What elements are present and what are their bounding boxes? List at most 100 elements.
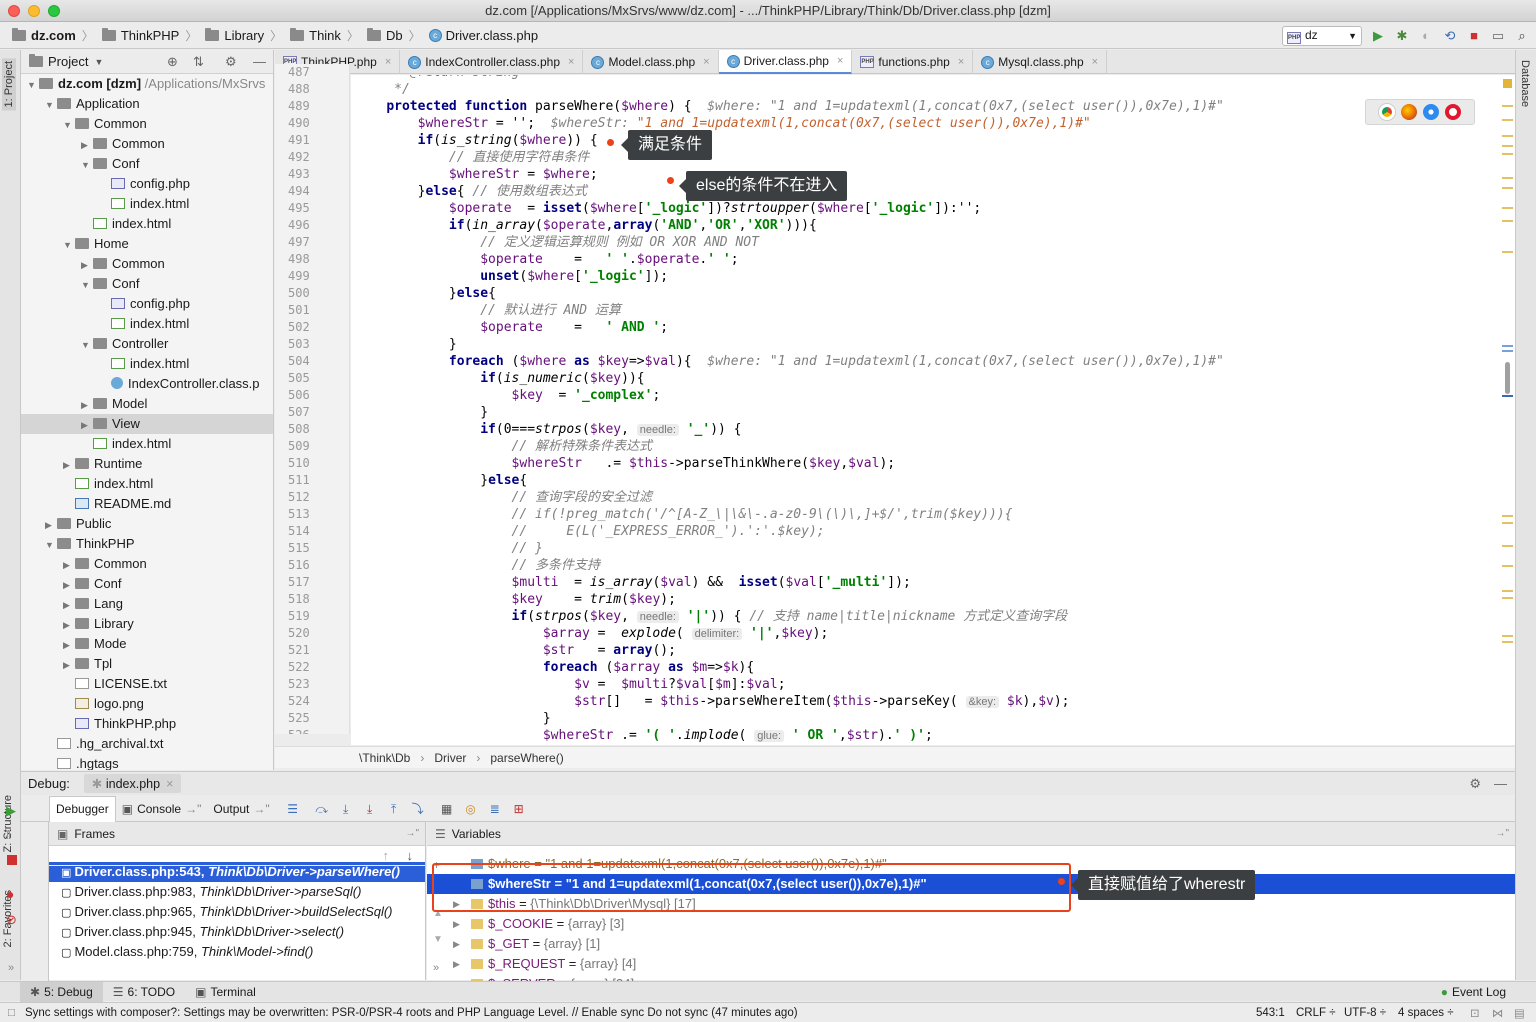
collapse-icon[interactable]: ⇅ [193,54,204,70]
watch-icon[interactable]: ◎ [464,802,478,816]
editor-tab[interactable]: c Driver.class.php × [718,50,853,74]
tree-item[interactable]: ▶ Lang [21,594,273,614]
tree-item[interactable]: config.php [21,174,273,194]
close-icon[interactable]: × [837,55,843,67]
breadcrumb-namespace[interactable]: \Think\Db [359,751,410,765]
tree-item[interactable]: ▶ Model [21,394,273,414]
chevron-right-icon[interactable]: ▶ [45,515,57,535]
tree-item[interactable]: index.html [21,194,273,214]
hide-icon[interactable]: — [1494,776,1507,791]
nav-crumb-thinkphp[interactable]: ThinkPHP 〉 [98,23,202,49]
chevron-right-icon[interactable]: ▶ [81,395,93,415]
tab-debug[interactable]: ✱ 5: Debug [20,981,103,1002]
tree-item[interactable]: index.html [21,214,273,234]
frame-row[interactable]: ▢ Driver.class.php:965, Think\Db\Driver-… [49,902,425,922]
resume-icon[interactable]: ▶ [6,803,16,819]
debug-session-tab[interactable]: ✱ index.php × [83,774,182,793]
editor-tab[interactable]: PHP functions.php × [852,50,974,74]
chevron-down-icon[interactable]: ▼ [45,95,57,115]
tree-item[interactable]: config.php [21,294,273,314]
chevron-right-icon[interactable]: ▶ [453,934,460,954]
firefox-icon[interactable] [1401,104,1417,120]
nav-crumb-project[interactable]: dz.com 〉 [8,23,98,49]
close-icon[interactable]: × [1092,56,1098,68]
gear-icon[interactable]: ⚙ [225,54,237,70]
editor-tab[interactable]: c IndexController.class.php × [400,50,584,74]
tree-item[interactable]: README.md [21,494,273,514]
chevron-right-icon[interactable]: ▶ [63,555,75,575]
tree-item[interactable]: ▼ Controller [21,334,273,354]
tree-item[interactable]: index.html [21,314,273,334]
locate-icon[interactable]: ⊕ [167,54,178,70]
chevron-down-icon[interactable]: ▼ [81,155,93,175]
code-editor[interactable]: * @return string */ protected function p… [351,75,1515,745]
tree-item[interactable]: ▼ Home [21,234,273,254]
minimize-window-button[interactable] [28,5,40,17]
tree-item[interactable]: index.html [21,474,273,494]
chevron-right-icon[interactable]: ▶ [63,455,75,475]
tree-item[interactable]: ▶ Conf [21,574,273,594]
chevron-right-icon[interactable]: ▶ [63,635,75,655]
tree-item[interactable]: .hgtags [21,754,273,770]
chrome-icon[interactable] [1379,104,1395,120]
tree-item[interactable]: logo.png [21,694,273,714]
chevron-down-icon[interactable]: ▼ [63,115,75,135]
chevron-right-icon[interactable]: ▶ [453,914,460,934]
chevron-right-icon[interactable]: ▶ [63,655,75,675]
run-config-select[interactable]: PHP dz ▼ [1282,26,1362,46]
variable-row[interactable]: ▶ $_GET = {array} [1] [427,934,1515,954]
tree-item[interactable]: ▶ View [21,414,273,434]
opera-icon[interactable] [1445,104,1461,120]
tree-item[interactable]: ▼ Conf [21,274,273,294]
step-into-icon[interactable]: ⤓ [339,802,353,816]
caret-position[interactable]: 543:1 [1256,1007,1285,1019]
close-icon[interactable]: × [568,56,574,68]
chevron-right-icon[interactable]: ▶ [81,255,93,275]
tree-item[interactable]: ▶ Library [21,614,273,634]
tree-item[interactable]: ▼ Common [21,114,273,134]
chevron-right-icon[interactable]: ▶ [63,575,75,595]
line-separator[interactable]: CRLF ÷ [1296,1007,1336,1019]
lock-icon[interactable]: ⊡ [1470,1006,1480,1020]
nav-crumb-file[interactable]: c Driver.class.php [425,23,542,49]
layout-icon[interactable]: ▭ [1490,28,1506,44]
tree-item[interactable]: ▶ Public [21,514,273,534]
tree-item[interactable]: .hg_archival.txt [21,734,273,754]
database-tool-tab[interactable]: Database [1519,60,1531,107]
project-view-select[interactable]: Project [48,54,88,69]
memory-indicator-icon[interactable]: ▤ [1514,1006,1525,1020]
evaluate-expression-icon[interactable]: ▦ [440,802,454,816]
stop-icon[interactable]: ■ [1466,28,1482,44]
frames-list-icon[interactable]: ≣ [488,802,502,816]
indent-setting[interactable]: 4 spaces ÷ [1398,1007,1454,1019]
step-out-icon[interactable]: ⤒ [387,802,401,816]
close-window-button[interactable] [8,5,20,17]
tab-debugger[interactable]: Debugger [49,795,116,822]
chevron-down-icon[interactable]: ▼ [81,335,93,355]
editor-tab[interactable]: c Model.class.php × [583,50,719,74]
variable-row[interactable]: ▶ $_COOKIE = {array} [3] [427,914,1515,934]
search-icon[interactable]: ⌕ [1514,28,1530,44]
nav-crumb-db[interactable]: Db 〉 [363,23,425,49]
chevron-right-icon[interactable]: ▶ [63,615,75,635]
force-step-into-icon[interactable]: ⤓ [363,802,377,816]
step-over-icon[interactable]: ⤼ [315,802,329,816]
tree-item[interactable]: ▶ Mode [21,634,273,654]
tab-console[interactable]: ▣ Console →" [116,796,208,822]
close-icon[interactable]: × [385,56,391,68]
tree-item[interactable]: ▼ ThinkPHP [21,534,273,554]
more-icon[interactable]: » [8,962,14,974]
chevron-down-icon[interactable]: ▼ [63,235,75,255]
frame-row[interactable]: ▢ Model.class.php:759, Think\Model->find… [49,942,425,962]
chevron-down-icon[interactable]: ▼ [27,75,39,95]
show-execution-point-icon[interactable]: ☰ [286,802,300,816]
coverage-icon[interactable]: ◐ [1418,28,1434,44]
rerun-icon[interactable]: ⟲ [1442,28,1458,44]
run-icon[interactable]: ▶ [1370,28,1386,44]
chevron-down-icon[interactable]: ▼ [81,275,93,295]
git-icon[interactable]: ⋈ [1492,1006,1504,1020]
tree-item[interactable]: ThinkPHP.php [21,714,273,734]
arrow-down-icon[interactable]: ↓ [407,848,414,863]
tree-item[interactable]: ▶ Common [21,554,273,574]
nav-crumb-library[interactable]: Library 〉 [201,23,286,49]
